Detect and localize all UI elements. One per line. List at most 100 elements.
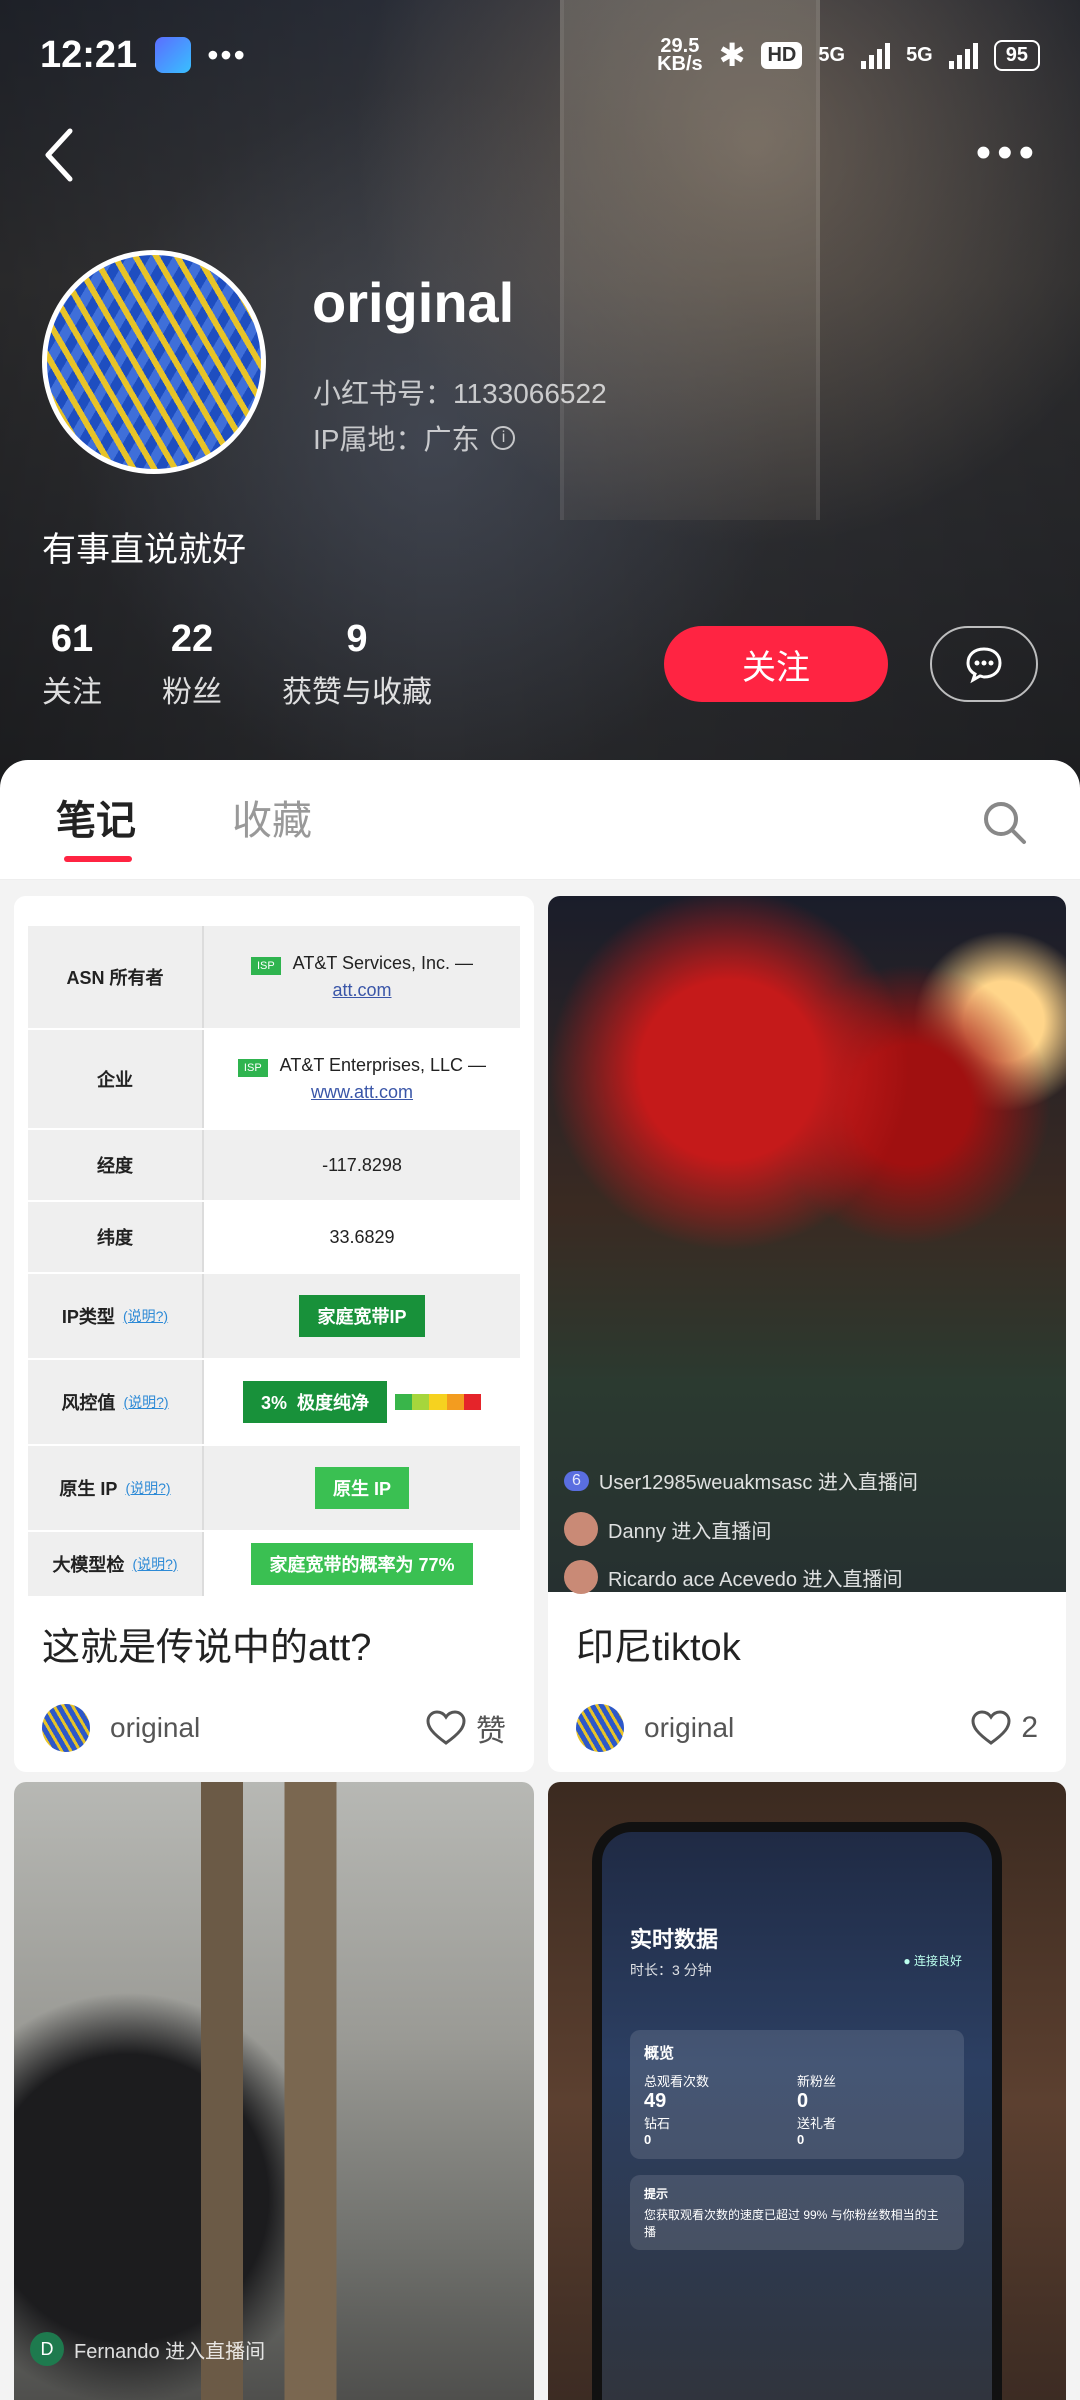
table-cell: 原生 IP (说明?) — [28, 1446, 204, 1530]
help-link: (说明?) — [122, 1308, 169, 1324]
iptype-label: IP类型 — [61, 1307, 115, 1327]
profile-header: 12:21 ••• 29.5 KB/s ✱ HD 5G 5G 95 ••• or… — [0, 0, 1080, 800]
risk-badge: 3% 极度纯净 — [242, 1381, 388, 1423]
avatar[interactable] — [42, 250, 266, 474]
note-footer: original 赞 — [42, 1704, 506, 1752]
tab-bar: 笔记 收藏 — [0, 760, 1080, 880]
viewer-avatar: D — [30, 2332, 64, 2366]
tip-label: 提示 — [644, 2187, 669, 2201]
search-icon[interactable] — [980, 798, 1030, 848]
note-title: 印尼tiktok — [576, 1627, 741, 1669]
table-row: 纬度 33.6829 — [28, 1202, 520, 1274]
like-button[interactable]: 赞 — [426, 1706, 506, 1750]
author-avatar[interactable] — [42, 1704, 90, 1752]
like-count: 2 — [1021, 1711, 1038, 1744]
table-row: 企业 ISP AT&T Enterprises, LLC — www.att.co… — [28, 1030, 520, 1130]
note-card[interactable]: 6 User12985weuakmsasc 进入直播间 Danny 进入直播间 … — [548, 896, 1066, 1772]
fans-value: 0 — [797, 2090, 809, 2112]
help-link: (说明?) — [123, 1394, 169, 1410]
table-cell: ISP AT&T Services, Inc. — att.com — [204, 926, 520, 1028]
live-comment: D Fernando 进入直播间 — [30, 2332, 265, 2366]
ip-info-table: ASN 所有者 ISP AT&T Services, Inc. — att.com… — [28, 926, 520, 1598]
tip-text: 您获取观看次数的速度已超过 99% 与你粉丝数相当的主播 — [644, 2208, 939, 2239]
follow-button[interactable]: 关注 — [664, 626, 888, 702]
llm-label: 大模型检 — [52, 1555, 125, 1575]
table-cell: ASN 所有者 — [28, 926, 204, 1028]
live-comment-text: Ricardo ace Acevedo 进入直播间 — [608, 1568, 903, 1591]
author-name[interactable]: original — [644, 1712, 734, 1744]
table-row: 原生 IP (说明?) 原生 IP — [28, 1446, 520, 1532]
overview-label: 概览 — [644, 2045, 675, 2062]
note-card[interactable]: D Fernando 进入直播间 — [14, 1782, 534, 2400]
message-button[interactable] — [930, 626, 1038, 702]
isp-badge: ISP — [250, 957, 281, 975]
fans-label: 新粉丝 — [797, 2074, 837, 2089]
signal-2-label: 5G — [906, 43, 933, 66]
status-time: 12:21 — [40, 33, 138, 76]
level-badge: 6 — [564, 1470, 589, 1491]
live-stats-title: 实时数据 — [630, 1927, 719, 1952]
risk-label: 风控值 — [61, 1393, 116, 1413]
phone-screen: 实时数据 时长：3 分钟 ● 连接良好 概览 总观看次数 49 钻石 0 新粉丝 — [592, 1822, 1002, 2400]
views-value: 49 — [644, 2090, 667, 2112]
live-comment-text: Danny 进入直播间 — [608, 1520, 772, 1543]
viewer-avatar — [564, 1512, 598, 1546]
risk-color-bar — [395, 1394, 482, 1410]
stat-likes-count: 9 — [346, 618, 368, 660]
table-row: IP类型 (说明?) 家庭宽带IP — [28, 1274, 520, 1360]
table-cell: 家庭宽带IP — [204, 1274, 520, 1358]
viewer-avatar — [564, 1560, 598, 1594]
profile-stats: 61 关注 22 粉丝 9 获赞与收藏 — [42, 618, 432, 711]
stat-fans-count: 22 — [170, 618, 214, 660]
like-count: 赞 — [476, 1715, 506, 1748]
table-cell: 纬度 — [28, 1202, 204, 1272]
llm-badge: 家庭宽带的概率为 77% — [251, 1543, 473, 1585]
bluetooth-icon: ✱ — [718, 37, 746, 73]
author-name[interactable]: original — [110, 1712, 200, 1744]
net-speed: 29.5 KB/s — [657, 36, 703, 75]
table-cell: -117.8298 — [204, 1130, 520, 1200]
note-cover: 实时数据 时长：3 分钟 ● 连接良好 概览 总观看次数 49 钻石 0 新粉丝 — [548, 1782, 1066, 2400]
note-card[interactable]: 实时数据 时长：3 分钟 ● 连接良好 概览 总观看次数 49 钻石 0 新粉丝 — [548, 1782, 1066, 2400]
isp-badge: ISP — [237, 1059, 268, 1077]
stat-following-count: 61 — [50, 618, 94, 660]
heart-icon — [971, 1710, 1011, 1745]
tab-active-indicator — [64, 856, 132, 862]
note-cover: ASN 所有者 ISP AT&T Services, Inc. — att.com… — [14, 896, 534, 1598]
ip-location-text: IP属地：广东 — [313, 424, 480, 455]
stat-following-label: 关注 — [42, 676, 102, 709]
table-cell: 企业 — [28, 1030, 204, 1128]
info-icon[interactable]: i — [491, 426, 516, 450]
gifters-label: 送礼者 — [797, 2116, 837, 2131]
author-avatar[interactable] — [576, 1704, 624, 1752]
native-badge: 原生 IP — [314, 1467, 409, 1509]
views-label: 总观看次数 — [644, 2074, 710, 2089]
iptype-badge: 家庭宽带IP — [299, 1295, 425, 1337]
live-comment: 6 User12985weuakmsasc 进入直播间 — [564, 1466, 918, 1495]
heart-icon — [426, 1710, 466, 1745]
table-row: 风控值 (说明?) 3% 极度纯净 — [28, 1360, 520, 1446]
asn-value: AT&T Services, Inc. — — [292, 953, 474, 973]
more-options-icon[interactable]: ••• — [976, 131, 1040, 175]
signal-2-icon — [948, 41, 978, 69]
live-comment-text: User12985weuakmsasc 进入直播间 — [598, 1472, 918, 1494]
red-id: 小红书号：1133066522 — [313, 378, 607, 409]
back-icon[interactable] — [40, 125, 80, 185]
gifters-value: 0 — [797, 2132, 805, 2147]
note-cover: D Fernando 进入直播间 — [14, 1782, 534, 2400]
tab-collections[interactable]: 收藏 — [232, 788, 312, 846]
stat-following[interactable]: 61 关注 — [42, 618, 102, 711]
profile-name: original — [312, 271, 515, 334]
note-card[interactable]: ASN 所有者 ISP AT&T Services, Inc. — att.com… — [14, 896, 534, 1772]
table-cell: 风控值 (说明?) — [28, 1360, 204, 1444]
stat-fans[interactable]: 22 粉丝 — [162, 618, 222, 711]
stat-likes[interactable]: 9 获赞与收藏 — [282, 618, 432, 711]
net-speed-unit: KB/s — [657, 53, 703, 75]
tip-panel: 提示 您获取观看次数的速度已超过 99% 与你粉丝数相当的主播 — [630, 2175, 964, 2250]
stat-likes-label: 获赞与收藏 — [282, 676, 432, 709]
status-bar: 12:21 ••• 29.5 KB/s ✱ HD 5G 5G 95 — [0, 0, 1080, 110]
signal-1-label: 5G — [818, 43, 846, 66]
like-button[interactable]: 2 — [971, 1710, 1038, 1746]
tab-notes[interactable]: 笔记 — [56, 788, 136, 846]
table-cell: 经度 — [28, 1130, 204, 1200]
